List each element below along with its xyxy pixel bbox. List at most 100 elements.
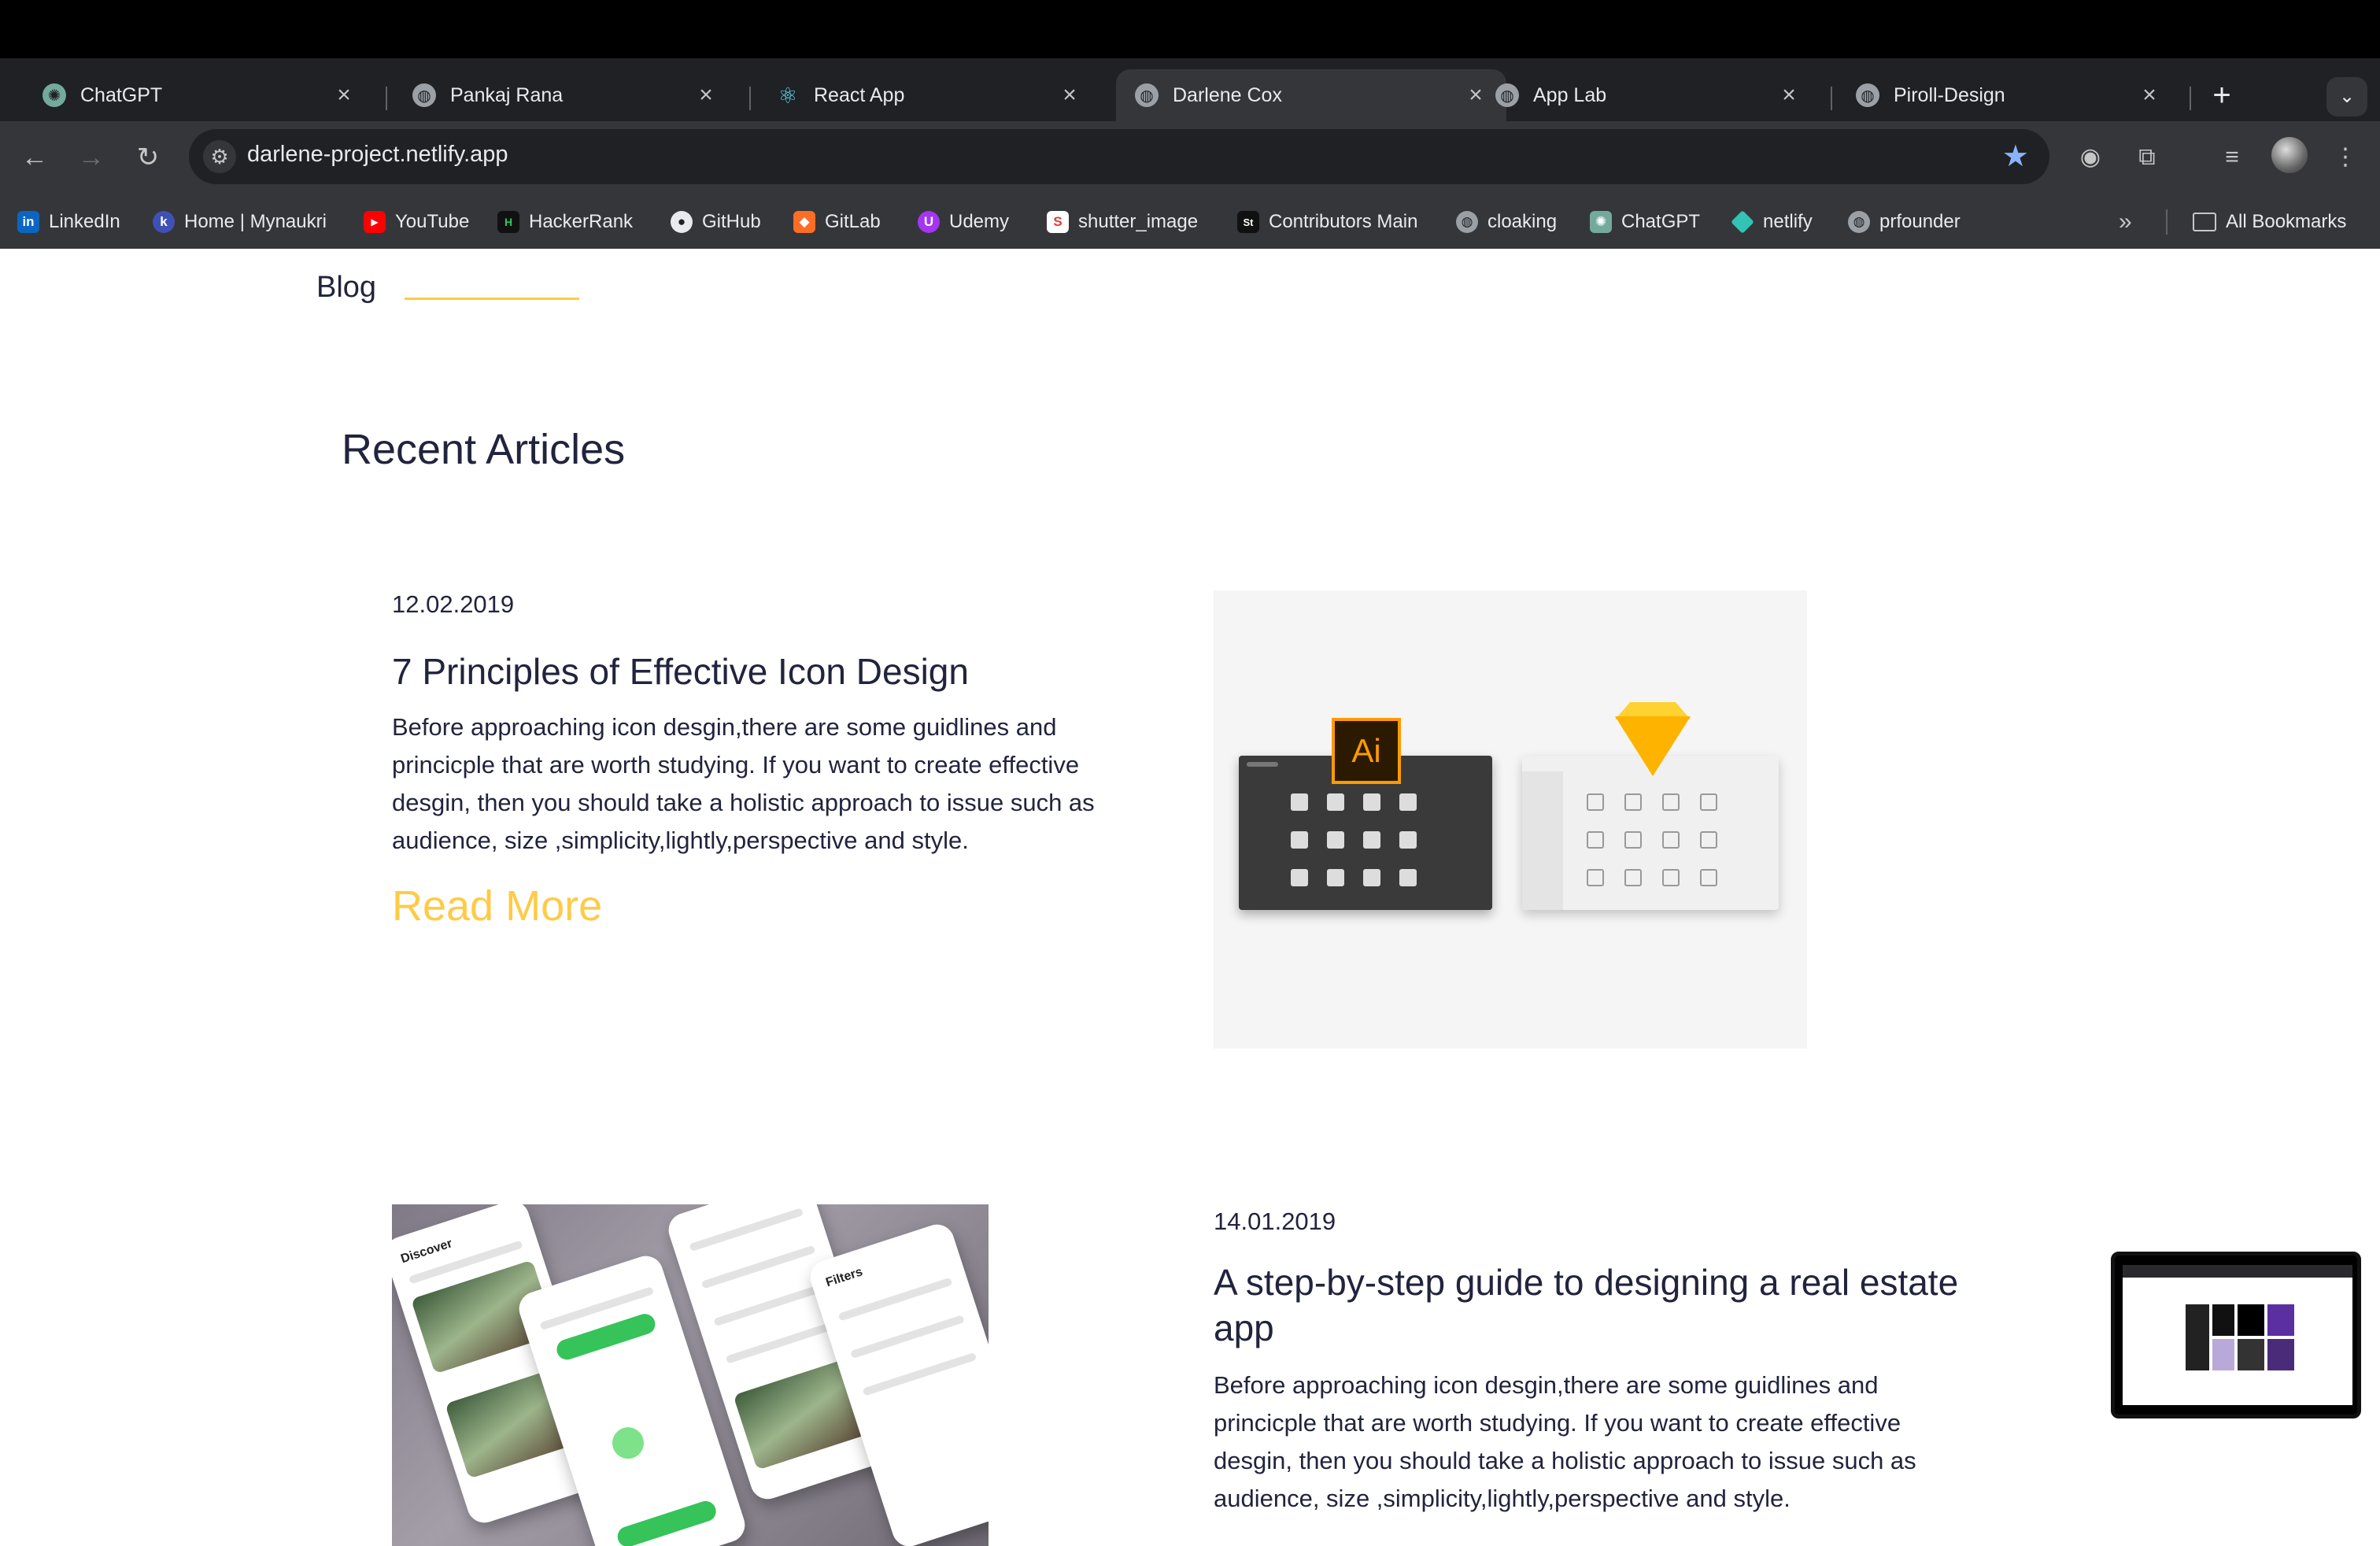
bookmark-linkedin[interactable]: in LinkedIn <box>17 208 120 236</box>
bookmark-label: shutter_image <box>1078 211 1199 232</box>
media-control-icon[interactable]: ≡ <box>2213 139 2251 176</box>
github-icon: ● <box>671 211 693 233</box>
bookmark-label: Home | Mynaukri <box>184 211 327 232</box>
bookmarks-divider <box>2166 209 2168 235</box>
close-icon[interactable]: × <box>1058 82 1081 109</box>
article-date: 12.02.2019 <box>392 590 515 618</box>
bookmark-label: LinkedIn <box>49 211 120 232</box>
toolbar: ← → ↻ ⚙ darlene-project.netlify.app ★ ◉ … <box>0 121 2380 194</box>
tab-chatgpt[interactable]: ✺ ChatGPT × <box>24 69 375 121</box>
bookmark-gitlab[interactable]: ◆ GitLab <box>793 208 881 236</box>
globe-icon: ◍ <box>1456 211 1478 233</box>
bookmark-cloaking[interactable]: ◍ cloaking <box>1456 208 1557 236</box>
bookmark-label: HackerRank <box>529 211 634 232</box>
system-menu-bar <box>0 0 2380 58</box>
bookmark-mynaukri[interactable]: k Home | Mynaukri <box>153 208 327 236</box>
article-title[interactable]: 7 Principles of Effective Icon Design <box>392 649 1163 694</box>
screen-recording-thumbnail[interactable] <box>2111 1252 2361 1418</box>
bookmark-contributors-main[interactable]: St Contributors Main <box>1237 208 1417 236</box>
mynaukri-icon: k <box>153 211 175 233</box>
react-icon: ⚛ <box>778 83 798 108</box>
tab-separator <box>1831 87 1832 110</box>
close-icon[interactable]: × <box>2138 82 2161 109</box>
chatgpt-icon: ✺ <box>42 83 66 107</box>
tab-title: Pankaj Rana <box>450 83 564 106</box>
all-bookmarks-button[interactable]: All Bookmarks <box>2193 208 2346 236</box>
bookmarks-bar: in LinkedIn k Home | Mynaukri ▶ YouTube H Ha… <box>0 194 2380 249</box>
more-menu-icon[interactable]: ⋮ <box>2326 139 2364 176</box>
tab-piroll-design[interactable]: ◍ Piroll-Design × <box>1837 69 2180 121</box>
blog-heading: Blog <box>316 271 377 304</box>
bookmark-udemy[interactable]: U Udemy <box>918 208 1009 236</box>
new-tab-button[interactable]: + <box>2202 76 2241 115</box>
udemy-icon: U <box>918 211 940 233</box>
back-button[interactable]: ← <box>16 139 54 176</box>
page-content: Blog Recent Articles 12.02.2019 7 Princi… <box>0 249 2380 1546</box>
tab-app-lab[interactable]: ◍ App Lab × <box>1476 69 1820 121</box>
globe-icon: ◍ <box>412 83 436 107</box>
forward-button[interactable]: → <box>72 139 110 176</box>
browser-chrome: ✺ ChatGPT × ◍ Pankaj Rana × ⚛ React App … <box>0 58 2380 249</box>
tab-search-button[interactable]: ⌄ <box>2326 77 2367 117</box>
article-date: 14.01.2019 <box>1214 1208 1336 1235</box>
tab-pankaj-rana[interactable]: ◍ Pankaj Rana × <box>394 69 737 121</box>
bookmark-hackerrank[interactable]: H HackerRank <box>497 208 633 236</box>
recent-articles-title: Recent Articles <box>342 426 626 473</box>
tab-title: Darlene Cox <box>1173 83 1282 106</box>
bookmark-label: ChatGPT <box>1621 211 1701 232</box>
bookmark-label: prfounder <box>1879 211 1961 232</box>
blog-underline <box>405 298 579 300</box>
article-title[interactable]: A step-by-step guide to designing a real… <box>1214 1259 1969 1351</box>
bookmarks-overflow-chevron-icon[interactable]: » <box>2119 208 2132 236</box>
article-description: Before approaching icon desgin,there are… <box>392 713 1095 854</box>
tab-separator <box>2190 87 2191 110</box>
bookmark-shutter-image[interactable]: Sshutter_image <box>1047 208 1198 236</box>
linkedin-icon: in <box>17 211 39 233</box>
bookmark-github[interactable]: ● GitHub <box>671 208 761 236</box>
close-icon[interactable]: × <box>332 82 356 109</box>
extension-icon[interactable]: ◉ <box>2071 139 2109 176</box>
tab-strip: ✺ ChatGPT × ◍ Pankaj Rana × ⚛ React App … <box>0 58 2380 121</box>
globe-icon: ◍ <box>1495 83 1519 107</box>
tab-title: React App <box>814 83 905 106</box>
gitlab-icon: ◆ <box>793 211 815 233</box>
illustrator-logo: Ai <box>1332 718 1401 784</box>
tab-react-app[interactable]: ⚛ React App × <box>757 69 1100 121</box>
globe-icon: ◍ <box>1848 211 1870 233</box>
url-text[interactable]: darlene-project.netlify.app <box>247 142 508 168</box>
bookmark-prfounder[interactable]: ◍ prfounder <box>1848 208 1961 236</box>
bookmark-star-icon[interactable]: ★ <box>2002 139 2029 174</box>
globe-icon: ◍ <box>1135 83 1159 107</box>
tab-darlene-cox[interactable]: ◍ Darlene Cox × <box>1116 69 1506 121</box>
youtube-icon: ▶ <box>364 211 386 233</box>
article-image-real-estate: Discover Filters <box>392 1204 989 1546</box>
tab-title: Piroll-Design <box>1894 83 2005 106</box>
read-more-link[interactable]: Read More <box>392 882 602 930</box>
sketch-window <box>1522 756 1779 910</box>
bookmark-label: cloaking <box>1488 211 1558 232</box>
address-bar[interactable]: ⚙ darlene-project.netlify.app ★ <box>189 129 2049 184</box>
tab-title: ChatGPT <box>80 83 163 106</box>
bookmark-label: GitLab <box>825 211 881 232</box>
bookmark-label: Contributors Main <box>1269 211 1418 232</box>
tab-separator <box>749 87 751 110</box>
bookmark-youtube[interactable]: ▶ YouTube <box>364 208 469 236</box>
contributors-icon: St <box>1237 211 1259 233</box>
bookmark-label: netlify <box>1763 211 1813 232</box>
folder-icon <box>2193 213 2216 231</box>
hackerrank-icon: H <box>497 211 519 233</box>
article-image-icon-design: Ai <box>1214 590 1807 1049</box>
bookmark-netlify[interactable]: netlify <box>1731 208 1813 236</box>
shutter-icon: S <box>1047 211 1069 233</box>
bookmark-label: GitHub <box>702 211 761 232</box>
article-description: Before approaching icon desgin,there are… <box>1214 1371 1916 1512</box>
reload-button[interactable]: ↻ <box>129 139 167 176</box>
bookmark-chatgpt[interactable]: ✺ ChatGPT <box>1590 208 1700 236</box>
site-settings-icon[interactable]: ⚙ <box>203 140 236 173</box>
extensions-puzzle-icon[interactable]: ⧉ <box>2128 139 2166 176</box>
tab-title: App Lab <box>1533 83 1607 106</box>
bookmark-label: YouTube <box>395 211 470 232</box>
profile-avatar[interactable] <box>2271 137 2308 173</box>
close-icon[interactable]: × <box>694 82 718 109</box>
close-icon[interactable]: × <box>1777 82 1801 109</box>
